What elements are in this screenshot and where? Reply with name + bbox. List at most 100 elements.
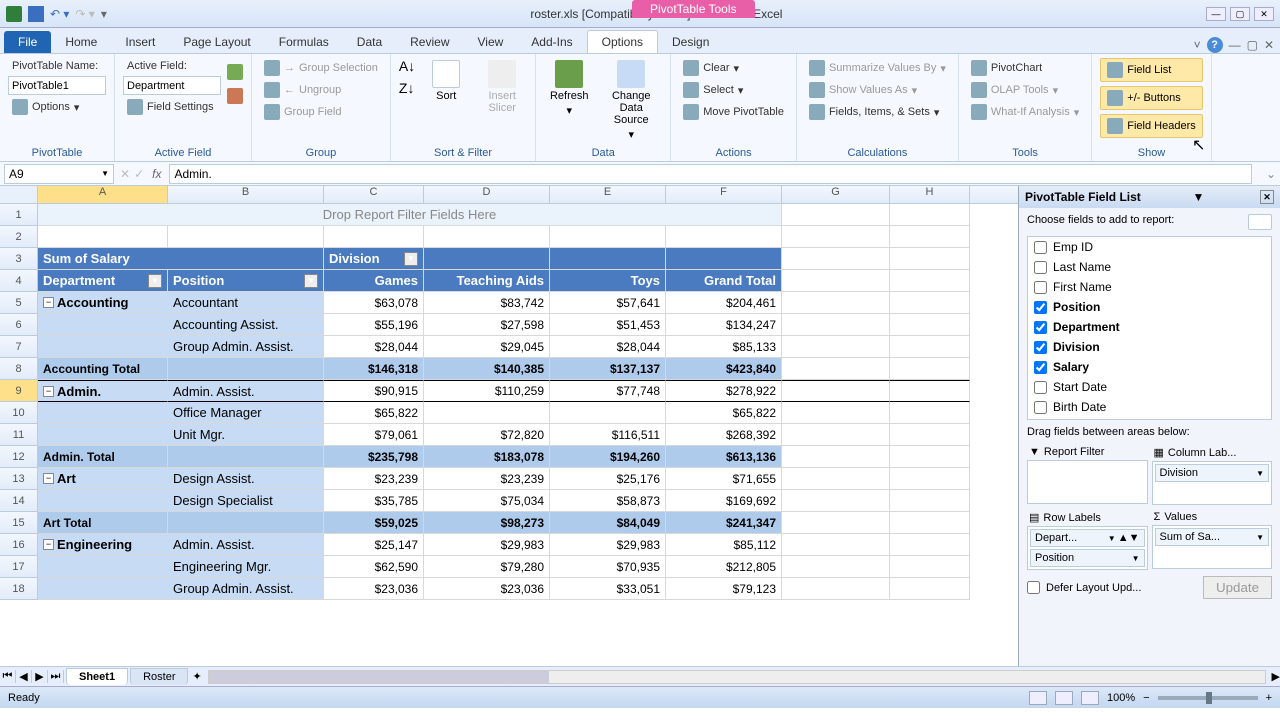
cell[interactable] <box>782 402 890 424</box>
cell[interactable]: $25,147 <box>324 534 424 556</box>
zoom-level[interactable]: 100% <box>1107 692 1135 704</box>
cell[interactable]: Group Admin. Assist. <box>168 336 324 358</box>
zoom-in-button[interactable]: + <box>1266 692 1272 704</box>
row-header[interactable]: 5 <box>0 292 38 314</box>
row-header[interactable]: 16 <box>0 534 38 556</box>
field-birth-date[interactable]: Birth Date <box>1028 397 1271 417</box>
cell[interactable]: $62,590 <box>324 556 424 578</box>
cell[interactable] <box>38 556 168 578</box>
cell[interactable] <box>890 446 970 468</box>
cell[interactable] <box>782 358 890 380</box>
cell[interactable]: Design Assist. <box>168 468 324 490</box>
tab-file[interactable]: File <box>4 31 51 53</box>
defer-checkbox[interactable] <box>1027 581 1040 594</box>
field-checkbox[interactable] <box>1034 261 1047 274</box>
cell[interactable]: $75,034 <box>424 490 550 512</box>
cell[interactable]: $278,922 <box>666 380 782 402</box>
options-button[interactable]: Options ▾ <box>8 97 106 117</box>
cell[interactable]: $423,840 <box>666 358 782 380</box>
collapse-field-icon[interactable] <box>227 88 243 104</box>
group-selection-button[interactable]: → Group Selection <box>260 58 382 78</box>
cell[interactable]: $29,045 <box>424 336 550 358</box>
cell[interactable] <box>782 336 890 358</box>
doc-close-icon[interactable]: ✕ <box>1264 38 1274 52</box>
cell[interactable] <box>890 336 970 358</box>
cell[interactable] <box>168 358 324 380</box>
cell[interactable] <box>890 402 970 424</box>
minimize-button[interactable]: — <box>1206 7 1226 21</box>
field-checkbox[interactable] <box>1034 301 1047 314</box>
cell[interactable] <box>890 534 970 556</box>
cell[interactable]: $90,915 <box>324 380 424 402</box>
cell[interactable]: $28,044 <box>550 336 666 358</box>
tab-data[interactable]: Data <box>343 31 396 53</box>
save-icon[interactable] <box>28 6 44 22</box>
cell[interactable] <box>782 578 890 600</box>
maximize-button[interactable]: ▢ <box>1230 7 1250 21</box>
field-checkbox[interactable] <box>1034 241 1047 254</box>
minimize-ribbon-icon[interactable]: ˅ <box>1194 38 1201 52</box>
cell[interactable] <box>782 490 890 512</box>
area-cols-box[interactable]: Division▼ <box>1152 461 1273 505</box>
cell[interactable] <box>38 402 168 424</box>
cell[interactable]: −Art <box>38 468 168 490</box>
cell[interactable]: $71,655 <box>666 468 782 490</box>
cell[interactable]: Teaching Aids <box>424 270 550 292</box>
chip-position[interactable]: Position▼ <box>1030 549 1145 567</box>
chip-division[interactable]: Division▼ <box>1155 464 1270 482</box>
field-emp-id[interactable]: Emp ID <box>1028 237 1271 257</box>
cell[interactable]: Drop Report Filter Fields Here <box>38 204 782 226</box>
field-checkbox[interactable] <box>1034 321 1047 334</box>
cell[interactable] <box>890 358 970 380</box>
zoom-out-button[interactable]: − <box>1143 692 1149 704</box>
close-button[interactable]: ✕ <box>1254 7 1274 21</box>
row-header[interactable]: 4 <box>0 270 38 292</box>
cell[interactable] <box>550 226 666 248</box>
cell[interactable]: Admin. Assist. <box>168 534 324 556</box>
fx-icon[interactable]: fx <box>152 167 161 181</box>
cell[interactable]: $146,318 <box>324 358 424 380</box>
cell[interactable]: Admin. Assist. <box>168 380 324 402</box>
cell[interactable]: −Admin. <box>38 380 168 402</box>
tab-page-layout[interactable]: Page Layout <box>169 31 264 53</box>
cell[interactable] <box>424 248 550 270</box>
area-rows-box[interactable]: Depart...▼▲▼ Position▼ <box>1027 526 1148 570</box>
last-sheet-button[interactable]: ⏭ <box>48 670 64 683</box>
cell[interactable]: Group Admin. Assist. <box>168 578 324 600</box>
field-checkbox[interactable] <box>1034 381 1047 394</box>
cell[interactable] <box>890 292 970 314</box>
cell[interactable]: $65,822 <box>324 402 424 424</box>
tab-view[interactable]: View <box>464 31 518 53</box>
sort-button[interactable]: Sort <box>421 58 471 104</box>
sort-asc-icon[interactable]: A↓ <box>399 58 415 74</box>
cell[interactable]: $58,873 <box>550 490 666 512</box>
cell[interactable]: $29,983 <box>424 534 550 556</box>
cell[interactable]: Department ▼ <box>38 270 168 292</box>
active-field-input[interactable] <box>123 76 221 95</box>
sheet-tab-roster[interactable]: Roster <box>130 668 188 685</box>
cell[interactable]: $23,036 <box>424 578 550 600</box>
select-button[interactable]: Select ▾ <box>679 80 788 100</box>
row-header[interactable]: 10 <box>0 402 38 424</box>
cell[interactable] <box>324 226 424 248</box>
cell[interactable]: $268,392 <box>666 424 782 446</box>
cell[interactable] <box>550 248 666 270</box>
cell[interactable] <box>890 314 970 336</box>
cell[interactable]: $140,385 <box>424 358 550 380</box>
cell[interactable] <box>890 226 970 248</box>
cell[interactable]: $35,785 <box>324 490 424 512</box>
field-checkbox[interactable] <box>1034 281 1047 294</box>
hscroll-right[interactable]: ▶ <box>1272 670 1280 683</box>
fields-items-button[interactable]: Fields, Items, & Sets ▾ <box>805 102 950 122</box>
cell[interactable] <box>782 226 890 248</box>
field-list-fields[interactable]: Emp IDLast NameFirst NamePositionDepartm… <box>1027 236 1272 420</box>
cell[interactable]: Office Manager <box>168 402 324 424</box>
row-header[interactable]: 15 <box>0 512 38 534</box>
new-sheet-icon[interactable]: ✦ <box>192 670 201 683</box>
tab-home[interactable]: Home <box>51 31 111 53</box>
cell[interactable] <box>782 248 890 270</box>
field-list-toggle[interactable]: Field List <box>1100 58 1202 82</box>
cell[interactable]: $110,259 <box>424 380 550 402</box>
row-header[interactable]: 7 <box>0 336 38 358</box>
cell[interactable]: $79,061 <box>324 424 424 446</box>
